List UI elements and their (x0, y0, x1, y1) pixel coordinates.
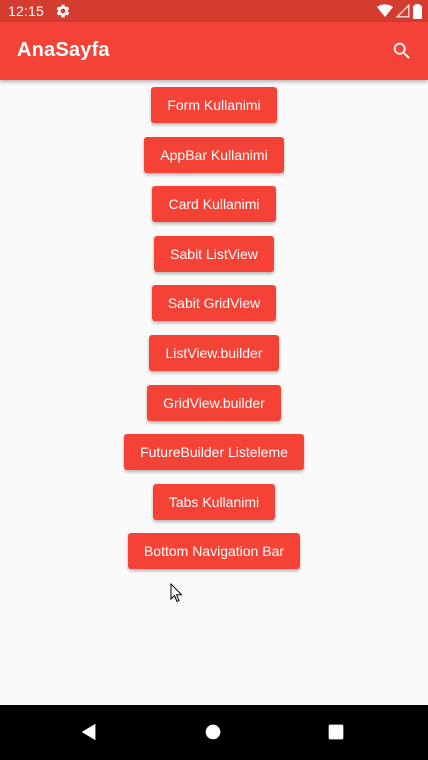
page-title: AnaSayfa (17, 39, 110, 61)
system-nav-bar (0, 705, 428, 760)
status-time: 12:15 (8, 3, 45, 19)
mouse-cursor-icon (170, 583, 183, 603)
home-icon[interactable] (202, 721, 224, 743)
main-content: Form Kullanimi AppBar Kullanimi Card Kul… (0, 80, 428, 705)
status-icons (377, 3, 422, 19)
back-icon[interactable] (78, 721, 100, 743)
sabit-listview-button[interactable]: Sabit ListView (154, 235, 274, 272)
tabs-kullanimi-button[interactable]: Tabs Kullanimi (152, 483, 276, 520)
signal-icon (396, 4, 410, 18)
bottom-navigation-bar-button[interactable]: Bottom Navigation Bar (127, 533, 301, 570)
search-button[interactable] (388, 37, 416, 65)
app-bar: AnaSayfa (0, 22, 428, 80)
battery-icon (413, 3, 422, 19)
recents-icon[interactable] (325, 721, 347, 743)
appbar-kullanimi-button[interactable]: AppBar Kullanimi (144, 136, 284, 173)
form-kullanimi-button[interactable]: Form Kullanimi (151, 87, 277, 123)
wifi-icon (377, 4, 393, 17)
search-icon (393, 42, 410, 59)
menu-list: Form Kullanimi AppBar Kullanimi Card Kul… (0, 80, 428, 583)
futurebuilder-listeleme-button[interactable]: FutureBuilder Listeleme (124, 434, 304, 471)
status-bar: 12:15 (0, 0, 428, 22)
card-kullanimi-button[interactable]: Card Kullanimi (152, 186, 276, 223)
sabit-gridview-button[interactable]: Sabit GridView (151, 285, 277, 322)
gridview-builder-button[interactable]: GridView.builder (147, 384, 281, 421)
settings-icon (56, 4, 70, 18)
listview-builder-button[interactable]: ListView.builder (149, 334, 279, 371)
